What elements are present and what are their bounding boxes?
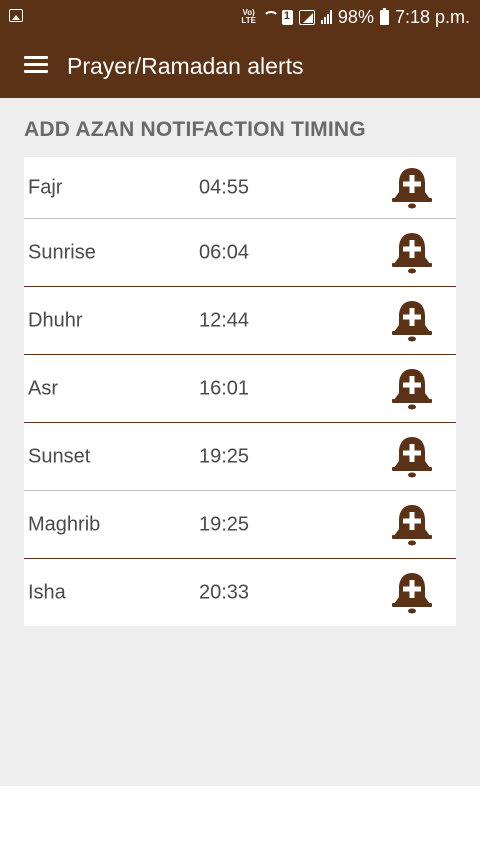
bell-add-icon[interactable]	[390, 366, 434, 412]
page-title: Prayer/Ramadan alerts	[67, 53, 304, 79]
main-content: ADD AZAN NOTIFACTION TIMING Fajr 04:55 S…	[0, 98, 480, 786]
prayer-name: Maghrib	[28, 513, 101, 535]
sim-icon	[281, 9, 293, 25]
prayer-row-asr: Asr 16:01	[24, 354, 456, 422]
prayer-row-fajr: Fajr 04:55	[24, 157, 456, 218]
gallery-notification-icon	[9, 9, 23, 22]
prayer-name: Fajr	[28, 176, 63, 198]
app-bar: Prayer/Ramadan alerts	[0, 34, 480, 98]
section-header: ADD AZAN NOTIFACTION TIMING	[24, 118, 366, 141]
prayer-time: 20:33	[199, 581, 250, 603]
battery-percent: 98%	[337, 6, 374, 27]
bottom-area	[0, 786, 480, 854]
volte-icon: Vo) LTE	[241, 8, 256, 25]
bell-add-icon[interactable]	[390, 298, 434, 344]
prayer-row-dhuhr: Dhuhr 12:44	[24, 286, 456, 354]
bell-add-icon[interactable]	[390, 165, 434, 211]
prayer-time: 12:44	[199, 309, 250, 331]
prayer-name: Asr	[28, 377, 58, 399]
prayer-time: 16:01	[199, 377, 250, 399]
prayer-name: Dhuhr	[28, 309, 83, 331]
prayer-time: 19:25	[199, 513, 250, 535]
bell-add-icon[interactable]	[390, 570, 434, 616]
prayer-row-sunrise: Sunrise 06:04	[24, 218, 456, 286]
hamburger-menu-icon[interactable]	[24, 56, 48, 76]
wifi-icon	[262, 10, 279, 24]
prayer-name: Sunrise	[28, 241, 96, 263]
bell-add-icon[interactable]	[390, 434, 434, 480]
prayer-time: 06:04	[199, 241, 250, 263]
status-icons: Vo)LTE 98% 7:18 p.m.	[241, 6, 470, 28]
prayer-name: Isha	[28, 581, 66, 603]
prayer-time: 04:55	[199, 176, 250, 198]
signal-icon	[320, 10, 332, 24]
network-icon	[298, 9, 315, 25]
prayer-name: Sunset	[28, 445, 91, 467]
bell-add-icon[interactable]	[390, 230, 434, 276]
prayer-row-isha: Isha 20:33	[24, 558, 456, 626]
clock: 7:18 p.m.	[394, 6, 470, 27]
prayer-row-maghrib: Maghrib 19:25	[24, 490, 456, 558]
status-bar: Vo)LTE 98% 7:18 p.m.	[0, 0, 480, 34]
prayer-row-sunset: Sunset 19:25	[24, 422, 456, 490]
prayer-time: 19:25	[199, 445, 250, 467]
prayer-list: Fajr 04:55 Sunrise 06:04 Dhuhr 12:44 Asr…	[24, 157, 456, 626]
bell-add-icon[interactable]	[390, 502, 434, 548]
battery-icon	[379, 7, 389, 25]
